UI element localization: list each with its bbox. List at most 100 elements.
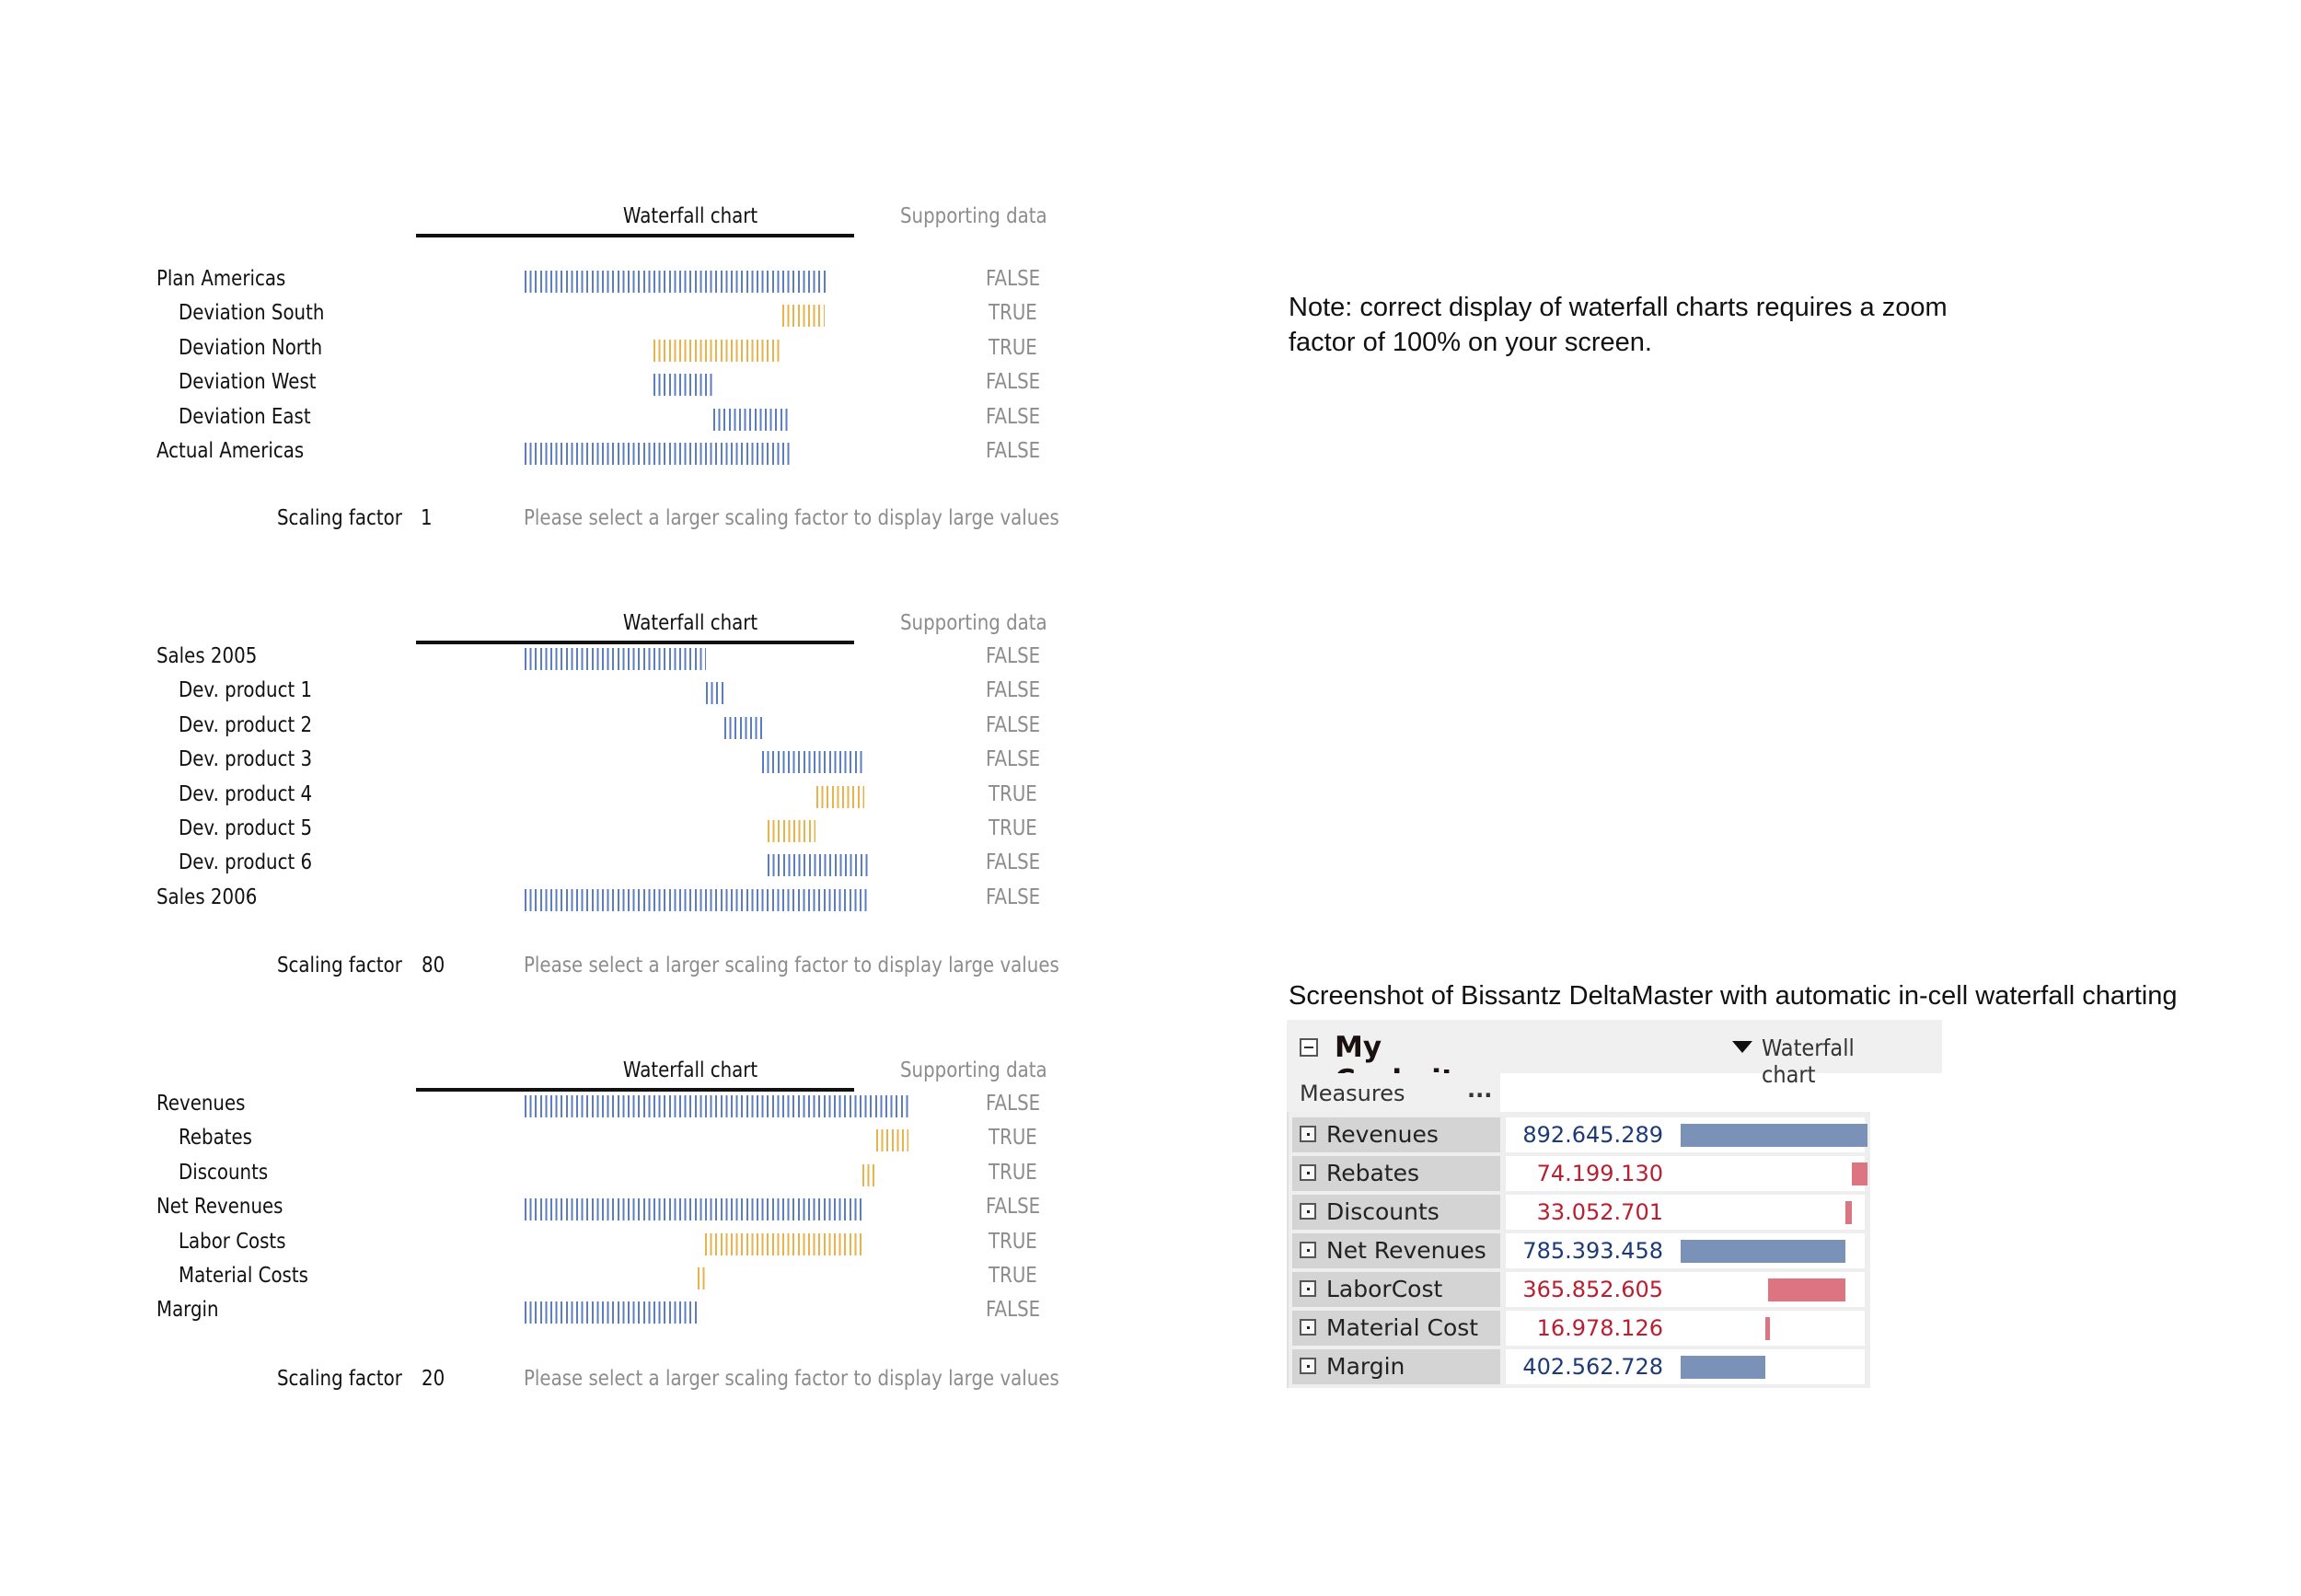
measure-name: Net Revenues — [1326, 1237, 1486, 1264]
note-line-2: factor of 100% on your screen. — [1289, 328, 1652, 357]
measure-label-cell: LaborCost — [1292, 1272, 1500, 1307]
chart-header: Waterfall chart — [622, 1058, 758, 1082]
row-label: Revenues — [156, 1092, 246, 1116]
waterfall-bar-positive — [706, 682, 724, 705]
measure-label-cell: Rebates — [1292, 1156, 1500, 1191]
measure-value-cell: 785.393.458 — [1506, 1233, 1865, 1268]
measure-row[interactable]: Rebates 74.199.130 — [1292, 1156, 1867, 1191]
waterfall-bar-negative — [1768, 1278, 1845, 1301]
supporting-header: Supporting data — [900, 611, 1047, 635]
header-underline — [416, 641, 854, 644]
deltamaster-caption: Screenshot of Bissantz DeltaMaster with … — [1289, 981, 2178, 1011]
waterfall-bar-negative — [1852, 1162, 1867, 1185]
scaling-message: Please select a larger scaling factor to… — [524, 1367, 1059, 1391]
measure-row[interactable]: Revenues 892.645.289 — [1292, 1117, 1867, 1152]
measure-name: LaborCost — [1326, 1276, 1443, 1302]
measure-value: 365.852.605 — [1522, 1277, 1663, 1302]
row-label: Deviation North — [179, 335, 323, 360]
waterfall-bar-positive — [525, 443, 792, 465]
support-flag: FALSE — [986, 850, 1041, 875]
supporting-header: Supporting data — [900, 1058, 1047, 1082]
measure-value: 785.393.458 — [1522, 1238, 1663, 1264]
measure-name: Material Cost — [1326, 1314, 1479, 1341]
measure-row[interactable]: Margin 402.562.728 — [1292, 1349, 1865, 1384]
row-label: Dev. product 4 — [179, 781, 313, 806]
row-label: Material Costs — [179, 1264, 308, 1288]
measure-name: Revenues — [1326, 1121, 1439, 1148]
expand-icon[interactable] — [1300, 1319, 1316, 1336]
measure-label-cell: Margin — [1292, 1349, 1500, 1384]
measure-label-cell: Revenues — [1292, 1117, 1500, 1152]
waterfall-bar-negative — [698, 1267, 705, 1290]
support-flag: FALSE — [986, 267, 1041, 291]
measure-value-cell: 402.562.728 — [1506, 1349, 1865, 1384]
measure-row[interactable]: Net Revenues 785.393.458 — [1292, 1233, 1865, 1268]
chart-header: Waterfall chart — [622, 611, 758, 635]
row-label: Dev. product 5 — [179, 816, 313, 840]
row-label: Discounts — [179, 1160, 269, 1185]
support-flag: FALSE — [986, 1298, 1041, 1323]
measure-name: Discounts — [1326, 1198, 1440, 1225]
measure-row[interactable]: LaborCost 365.852.605 — [1292, 1272, 1865, 1307]
support-flag: TRUE — [989, 301, 1037, 326]
support-flag: TRUE — [989, 1126, 1037, 1151]
collapse-icon[interactable] — [1300, 1038, 1318, 1057]
row-label: Labor Costs — [179, 1229, 286, 1254]
row-label: Net Revenues — [156, 1195, 283, 1220]
scaling-factor-label: Scaling factor — [277, 1367, 402, 1391]
row-label: Margin — [156, 1298, 219, 1323]
header-underline — [416, 234, 854, 237]
expand-icon[interactable] — [1300, 1203, 1316, 1220]
measure-label-cell: Net Revenues — [1292, 1233, 1500, 1268]
scaling-factor-label: Scaling factor — [277, 954, 402, 977]
scaling-message: Please select a larger scaling factor to… — [524, 954, 1059, 977]
support-flag: TRUE — [989, 1160, 1037, 1185]
waterfall-bar-positive — [653, 374, 714, 397]
support-flag: FALSE — [986, 404, 1041, 429]
expand-icon[interactable] — [1300, 1280, 1316, 1297]
waterfall-bar-negative — [815, 785, 864, 808]
row-label: Rebates — [179, 1126, 252, 1151]
support-flag: TRUE — [989, 1264, 1037, 1288]
row-label: Dev. product 2 — [179, 712, 313, 737]
row-label: Deviation South — [179, 301, 325, 326]
waterfall-bar-positive — [525, 1198, 862, 1221]
expand-icon[interactable] — [1300, 1126, 1316, 1142]
row-label: Dev. product 3 — [179, 747, 313, 772]
measure-value: 892.645.289 — [1522, 1122, 1663, 1148]
row-label: Actual Americas — [156, 439, 305, 463]
waterfall-bar-positive — [525, 888, 871, 911]
view-mode-dropdown[interactable]: Waterfall chart — [1762, 1035, 1855, 1088]
waterfall-bar-positive — [761, 751, 864, 774]
measures-label: Measures — [1300, 1081, 1405, 1106]
dropdown-arrow-icon[interactable] — [1732, 1041, 1752, 1053]
measure-value-cell: 16.978.126 — [1506, 1311, 1865, 1346]
measure-row[interactable]: Discounts 33.052.701 — [1292, 1195, 1865, 1230]
expand-icon[interactable] — [1300, 1358, 1316, 1374]
measure-value-cell: 892.645.289 — [1506, 1117, 1867, 1152]
support-flag: FALSE — [986, 1195, 1041, 1220]
measure-row[interactable]: Material Cost 16.978.126 — [1292, 1311, 1865, 1346]
support-flag: TRUE — [989, 335, 1037, 360]
measures-menu-button[interactable]: ... — [1467, 1077, 1492, 1103]
waterfall-bar-negative — [781, 305, 826, 328]
expand-icon[interactable] — [1300, 1242, 1316, 1258]
support-flag: TRUE — [989, 781, 1037, 806]
waterfall-bar-positive — [1681, 1124, 1867, 1147]
support-flag: TRUE — [989, 816, 1037, 840]
support-flag: FALSE — [986, 644, 1041, 668]
measure-value-cell: 365.852.605 — [1506, 1272, 1865, 1307]
scaling-factor-value: 80 — [422, 954, 445, 977]
header-underline — [416, 1088, 854, 1092]
row-label: Deviation West — [179, 370, 317, 395]
row-label: Sales 2005 — [156, 644, 258, 668]
support-flag: FALSE — [986, 712, 1041, 737]
waterfall-bar-positive — [1681, 1356, 1765, 1379]
scaling-factor-label: Scaling factor — [277, 506, 402, 530]
waterfall-bar-negative — [861, 1163, 877, 1186]
expand-icon[interactable] — [1300, 1164, 1316, 1181]
measure-label-cell: Discounts — [1292, 1195, 1500, 1230]
row-label: Sales 2006 — [156, 885, 258, 909]
waterfall-bar-positive — [525, 648, 707, 670]
support-flag: FALSE — [986, 439, 1041, 463]
